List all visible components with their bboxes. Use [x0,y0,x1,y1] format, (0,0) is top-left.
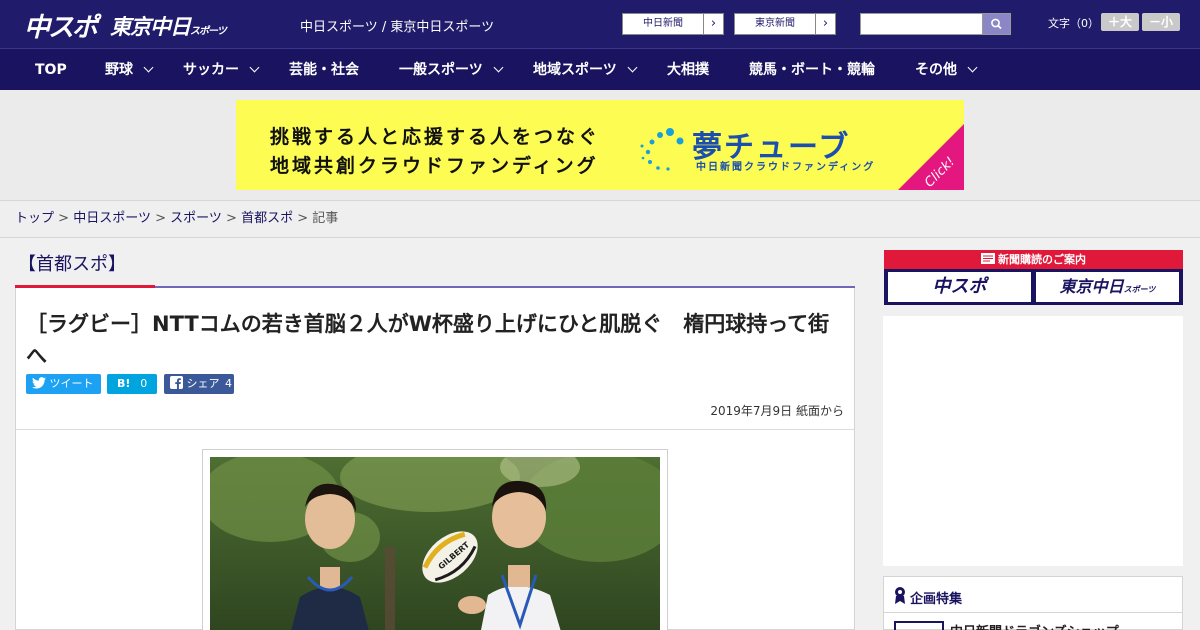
main-nav: TOP 野球 サッカー 芸能・社会 一般スポーツ 地域スポーツ 大相撲 競馬・ボ… [0,48,1200,90]
feature-item-dragons-shop[interactable]: 中日新聞ドラゴンズショップ [950,621,1119,630]
article-headline: ［ラグビー］NTTコムの若き首脳２人がW杯盛り上げにひと肌脱ぐ 楕円球持って街へ [26,312,830,368]
nav-item-label: サッカー [183,62,239,78]
nav-item-label: 一般スポーツ [399,62,483,78]
ribbon-icon [895,587,905,604]
breadcrumb-separator: > [226,211,237,226]
nav-item-label: 地域スポーツ [533,62,617,78]
chevron-down-icon [967,62,978,73]
nav-item-general-sports[interactable]: 一般スポーツ [399,49,504,91]
tokyo-logo-sub: スポーツ [190,26,227,37]
breadcrumb-chunichi-sports[interactable]: 中日スポーツ [73,211,151,226]
chevron-right-icon: › [703,14,723,34]
tweet-label: ツイート [49,377,94,390]
photo-two-men-with-rugby-ball: GILBERT [210,457,660,630]
yume-tube-banner-ad[interactable]: 挑戦する人と応援する人をつなぐ 地域共創クラウドファンディング 夢チューブ 中日… [236,100,964,190]
breadcrumb-top[interactable]: トップ [15,211,54,226]
chevron-down-icon [493,62,504,73]
feature-header: 企画特集 [884,577,1182,613]
breadcrumb: トップ > 中日スポーツ > スポーツ > 首都スポ > 記事 [0,200,1200,238]
site-title: 中日スポーツ / 東京中日スポーツ [300,20,495,35]
feature-special-box: 企画特集 中日新聞ドラゴンズショップ [883,576,1183,630]
twitter-bird-icon [32,377,46,389]
nav-item-soccer[interactable]: サッカー [183,49,260,91]
nav-item-top[interactable]: TOP [35,49,67,91]
font-size-label: 文字（0） [1048,17,1099,30]
dots-logo-icon [640,128,684,171]
banner-line-2: 地域共創クラウドファンディング [270,155,599,177]
dragons-shop-thumbnail[interactable] [894,621,944,630]
subscribe-chuspo-button[interactable]: 中スポ [888,272,1031,302]
facebook-share-label: シェア [186,377,220,390]
tokyo-shimbun-link[interactable]: 東京新聞 › [734,13,836,35]
article-card: ［ラグビー］NTTコムの若き首脳２人がW杯盛り上げにひと肌脱ぐ 楕円球持って街へ… [15,288,855,630]
chevron-down-icon [143,62,154,73]
nav-item-racing[interactable]: 競馬・ボート・競輪 [749,49,875,91]
nav-item-entertainment[interactable]: 芸能・社会 [289,49,359,91]
article-photo-frame: GILBERT [202,449,668,630]
section-title: 【首都スポ】 [18,254,126,275]
breadcrumb-shuto-spo[interactable]: 首都スポ [241,211,293,226]
hatena-bookmark-button[interactable]: B! 0 [107,374,157,394]
banner-brand-sub: 中日新聞クラウドファンディング [696,162,876,173]
hatena-count: 0 [140,377,148,390]
breadcrumb-separator: > [58,211,70,226]
nav-item-other[interactable]: その他 [915,49,978,91]
breadcrumb-current: 記事 [312,211,339,226]
article-date: 2019年7月9日 紙面から [710,404,844,418]
subscription-header-label: 新聞購読のご案内 [998,253,1086,266]
sidebar-ad-slot[interactable] [883,316,1183,566]
hatena-b-icon: B! [117,377,131,390]
breadcrumb-sports[interactable]: スポーツ [170,211,222,226]
tokyo-chunichi-logo[interactable]: 東京中日スポーツ [110,11,227,41]
tweet-button[interactable]: ツイート [26,374,101,394]
chevron-down-icon [249,62,260,73]
nav-item-label: TOP [35,62,67,78]
banner-line-1: 挑戦する人と応援する人をつなぐ [270,126,601,148]
nav-item-label: 芸能・社会 [289,62,359,78]
banner-area: 挑戦する人と応援する人をつなぐ 地域共創クラウドファンディング 夢チューブ 中日… [0,90,1200,200]
facebook-share-button[interactable]: シェア 4 [164,374,234,394]
font-decrease-button[interactable]: －小 [1142,13,1180,31]
article-divider [16,429,854,430]
search-input[interactable] [860,13,984,35]
nav-item-label: その他 [915,62,957,78]
chuspo-logo[interactable]: 中スポ [24,7,98,44]
nav-item-label: 大相撲 [667,62,709,78]
subscribe-tokyo-label: 東京中日 [1059,277,1124,296]
subscribe-tokyo-button[interactable]: 東京中日スポーツ [1036,272,1179,302]
subscription-box: 新聞購読のご案内 中スポ 東京中日スポーツ [884,250,1183,305]
nav-item-baseball[interactable]: 野球 [105,49,154,91]
facebook-icon [170,376,183,389]
feature-title: 企画特集 [910,592,963,607]
chunichi-shimbun-label: 中日新聞 [643,18,683,29]
font-increase-button[interactable]: ＋大 [1101,13,1139,31]
tokyo-shimbun-label: 東京新聞 [755,18,795,29]
subscribe-tokyo-sub: スポーツ [1123,285,1156,294]
nav-item-sumo[interactable]: 大相撲 [667,49,709,91]
facebook-share-count: 4 [225,377,232,390]
top-header: 中スポ 東京中日スポーツ 中日スポーツ / 東京中日スポーツ 中日新聞 › 東京… [0,0,1200,48]
nav-item-regional-sports[interactable]: 地域スポーツ [533,49,638,91]
nav-item-label: 競馬・ボート・競輪 [749,62,875,78]
nav-item-label: 野球 [105,62,133,78]
chevron-right-icon: › [815,14,835,34]
chunichi-shimbun-link[interactable]: 中日新聞 › [622,13,724,35]
search-button[interactable] [982,13,1011,35]
subscription-header: 新聞購読のご案内 [884,250,1183,269]
tokyo-logo-main: 東京中日 [110,15,191,39]
main-content: 【首都スポ】 ［ラグビー］NTTコムの若き首脳２人がW杯盛り上げにひと肌脱ぐ 楕… [0,238,1200,630]
article-photo[interactable]: GILBERT [210,457,660,630]
search-icon [991,18,1002,30]
newspaper-icon [981,253,995,264]
chevron-down-icon [627,62,638,73]
breadcrumb-separator: > [155,211,166,226]
breadcrumb-separator: > [297,211,309,226]
